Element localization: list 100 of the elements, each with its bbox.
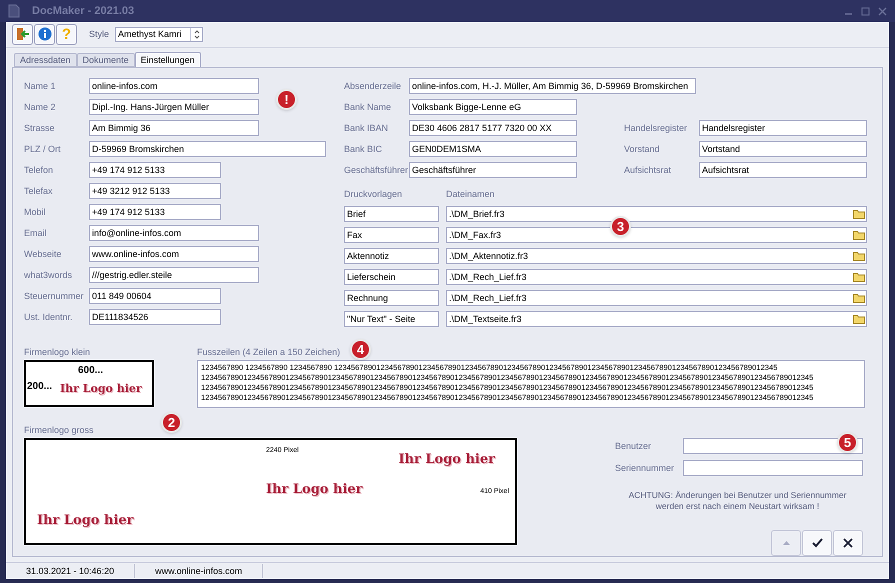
warning-message: ACHTUNG: Änderungen bei Benutzer und Seriennummer werden erst nach einem Neustart wirksam !	[628, 490, 848, 512]
input-field[interactable]	[683, 460, 863, 476]
file-field[interactable]: .\DM_Rech_Lief.fr3	[446, 269, 867, 286]
field-label: PLZ / Ort	[24, 142, 62, 156]
folder-icon	[852, 251, 864, 262]
field-label: Bank IBAN	[344, 122, 390, 135]
input-field[interactable]: Vortstand	[699, 141, 867, 158]
field-label: Ust. Identnr.	[24, 310, 74, 324]
input-field[interactable]: Rechnung	[344, 290, 439, 306]
field-label: Benutzer	[615, 440, 652, 453]
field-label: Name 1	[24, 80, 57, 93]
field-label: Telefax	[24, 184, 54, 198]
field-label: Handelsregister	[624, 122, 688, 135]
browse-button[interactable]	[851, 228, 866, 242]
input-field[interactable]	[683, 438, 863, 454]
column-header: Dateinamen	[446, 188, 495, 201]
browse-button[interactable]	[851, 291, 866, 306]
browse-button[interactable]	[851, 207, 866, 222]
status-text: www.online-infos.com	[135, 564, 264, 578]
folder-icon	[852, 293, 864, 304]
input-field[interactable]: Geschäftsführer	[409, 162, 577, 178]
maximize-icon[interactable]	[861, 6, 870, 16]
input-field[interactable]: DE30 4606 2817 5177 7320 00 XX	[409, 120, 577, 136]
input-field[interactable]: Aktennotiz	[344, 248, 439, 264]
field-label: Absenderzeile	[344, 80, 402, 93]
tab[interactable]: Dokumente	[76, 53, 135, 68]
cancel-button[interactable]	[833, 530, 863, 556]
input-field[interactable]: Am Bimmig 36	[89, 120, 259, 136]
input-field[interactable]: Aufsichtsrat	[699, 162, 867, 178]
column-header: Druckvorlagen	[344, 188, 404, 201]
window-title: DocMaker - 2021.03	[32, 4, 134, 19]
browse-button[interactable]	[851, 249, 866, 264]
input-field[interactable]: Handelsregister	[699, 120, 867, 136]
field-label: Bank Name	[344, 100, 392, 114]
input-field[interactable]: GEN0DEM1SMA	[409, 141, 577, 158]
arrow-up-icon	[782, 540, 790, 546]
section-label: Firmenlogo klein	[24, 346, 92, 360]
file-field[interactable]: .\DM_Rech_Lief.fr3	[446, 290, 867, 306]
file-field[interactable]: .\DM_Textseite.fr3	[446, 311, 867, 328]
style-label: Style	[89, 28, 110, 41]
field-label: Aufsichtsrat	[624, 164, 672, 177]
browse-button[interactable]	[851, 312, 866, 326]
input-field[interactable]: online-infos.com, H.-J. Müller, Am Bimmig 36, D-59969 Bromskirchen	[409, 78, 696, 94]
logo-placeholder-text: Ihr Logo hier	[398, 451, 495, 470]
file-field[interactable]: .\DM_Aktennotiz.fr3	[446, 248, 867, 264]
input-field[interactable]: +49 3212 912 5133	[89, 183, 221, 200]
field-label: Steuernummer	[24, 290, 85, 303]
input-field[interactable]: Dipl.-Ing. Hans-Jürgen Müller	[89, 99, 259, 116]
field-label: Bank BIC	[344, 142, 384, 156]
input-field[interactable]: "Nur Text" - Seite	[344, 311, 439, 328]
height-text: 200...	[27, 380, 52, 394]
close-icon[interactable]	[878, 6, 887, 16]
tab[interactable]: Adressdaten	[14, 53, 77, 68]
input-field[interactable]: ///gestrig.edler.steile	[89, 267, 259, 284]
status-text: 31.03.2021 - 10:46:20	[6, 564, 136, 578]
folder-icon	[852, 272, 864, 282]
section-label: Firmenlogo gross	[24, 424, 95, 438]
field-label: Name 2	[24, 100, 57, 114]
close-icon	[843, 538, 853, 548]
logo-placeholder-text: Ihr Logo hier	[37, 512, 134, 530]
input-field[interactable]: Fax	[344, 227, 439, 244]
field-label: Geschäftsführer	[344, 164, 409, 177]
input-field[interactable]: Lieferschein	[344, 269, 439, 286]
file-field[interactable]: .\DM_Brief.fr3	[446, 206, 867, 222]
field-label: Strasse	[24, 122, 56, 135]
door-arrow-icon	[16, 27, 30, 42]
section-label: Fusszeilen (4 Zeilen a 150 Zeichen)	[197, 346, 340, 360]
input-field[interactable]: DE111834526	[89, 309, 221, 326]
spinner-icon	[194, 30, 200, 39]
folder-icon	[852, 209, 864, 220]
logo-placeholder-text: Ihr Logo hier	[60, 381, 142, 398]
field-label: Telefon	[24, 164, 54, 177]
input-field[interactable]: +49 174 912 5133	[89, 162, 221, 178]
browse-button[interactable]	[851, 270, 866, 284]
input-field[interactable]: www.online-infos.com	[89, 246, 259, 262]
logo-placeholder-text: Ihr Logo hier	[266, 481, 363, 500]
folder-icon	[852, 314, 864, 324]
exit-button[interactable]	[12, 24, 33, 45]
field-label: Webseite	[24, 248, 62, 261]
width-text: 600...	[78, 364, 104, 378]
style-dropdown[interactable]: Amethyst Kamri	[115, 26, 204, 42]
input-field[interactable]: info@online-infos.com	[89, 225, 259, 242]
input-field[interactable]: Volksbank Bigge-Lenne eG	[409, 99, 577, 116]
input-field[interactable]: D-59969 Bromskirchen	[89, 141, 326, 158]
field-label: what3words	[24, 268, 74, 282]
input-field[interactable]: +49 174 912 5133	[89, 204, 221, 220]
document-icon	[8, 4, 20, 18]
input-field[interactable]: online-infos.com	[89, 78, 259, 94]
field-label: Seriennummer	[615, 462, 676, 475]
field-label: Vorstand	[624, 142, 661, 156]
field-label: Email	[24, 226, 48, 240]
info-button[interactable]	[34, 24, 55, 45]
info-icon	[38, 27, 52, 42]
input-field[interactable]: 011 849 00604	[89, 288, 221, 304]
checkmark-icon	[812, 538, 822, 548]
field-label: Mobil	[24, 206, 47, 219]
folder-icon	[852, 230, 864, 240]
tab[interactable]: Einstellungen	[134, 52, 201, 68]
ok-button[interactable]	[802, 530, 832, 556]
input-field[interactable]: Brief	[344, 206, 439, 222]
